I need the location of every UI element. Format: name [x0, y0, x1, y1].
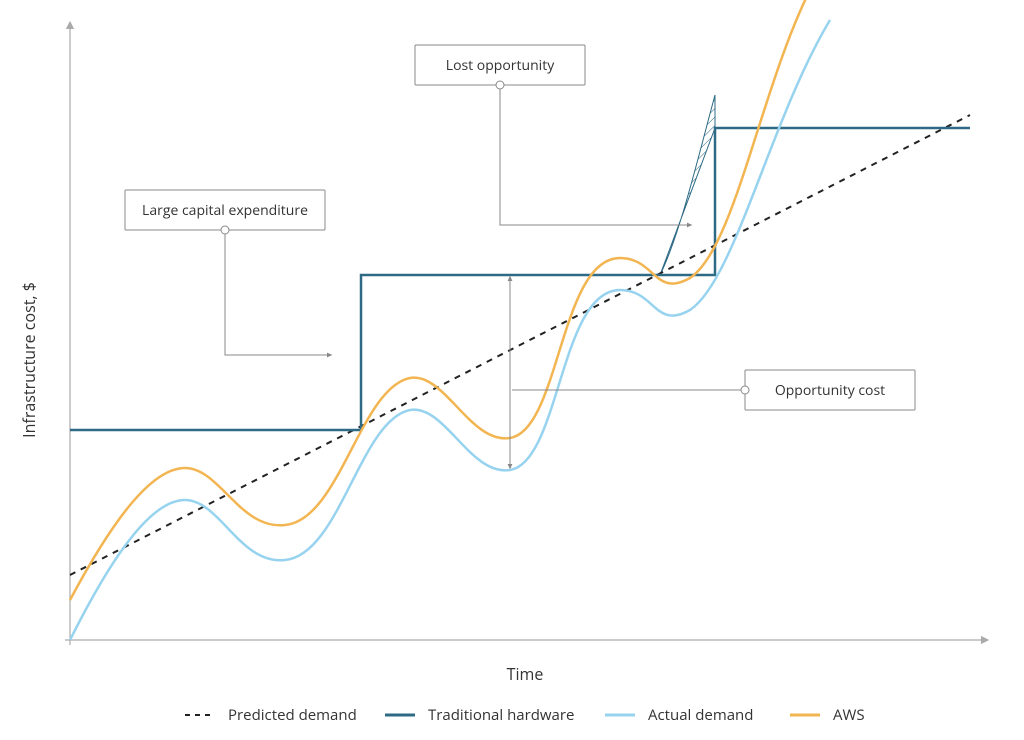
axes [65, 25, 985, 645]
callout-oppcost-label: Opportunity cost [775, 381, 885, 400]
callout-lost: Lost opportunity [415, 45, 690, 225]
callout-capex: Large capital expenditure [125, 190, 330, 355]
chart-svg: Large capital expenditure Lost opportuni… [0, 0, 1024, 740]
series-actual [70, 20, 830, 640]
callout-lost-label: Lost opportunity [446, 56, 555, 75]
y-axis-label: Infrastructure cost, $ [18, 282, 40, 438]
legend: Predicted demand Traditional hardware Ac… [185, 705, 865, 725]
callout-capex-label: Large capital expenditure [142, 201, 308, 220]
lost-opportunity-area [660, 95, 715, 275]
chart-container: Large capital expenditure Lost opportuni… [0, 0, 1024, 740]
legend-actual: Actual demand [648, 705, 753, 725]
callout-oppcost: Opportunity cost [512, 370, 915, 410]
x-axis-label: Time [507, 663, 544, 685]
legend-traditional: Traditional hardware [428, 705, 574, 725]
legend-aws: AWS [833, 705, 865, 725]
legend-predicted: Predicted demand [228, 705, 357, 725]
series-aws [70, 0, 810, 600]
